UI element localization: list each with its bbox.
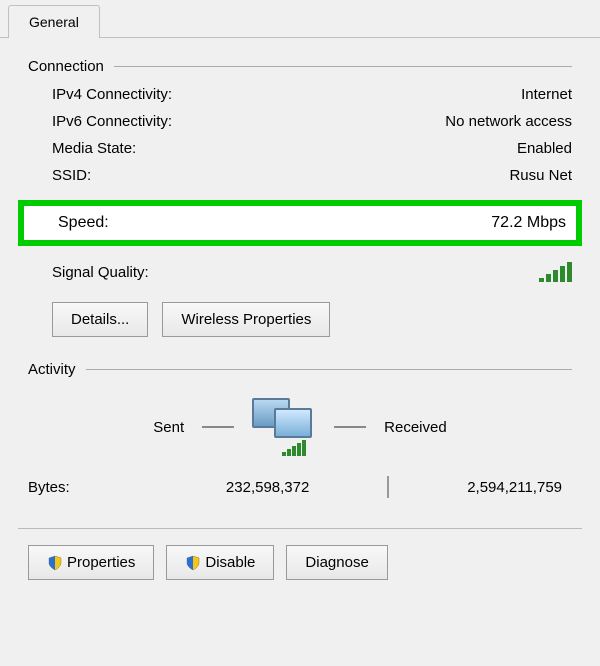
ssid-row: SSID: Rusu Net — [28, 162, 572, 189]
divider-line — [114, 66, 572, 67]
ipv4-row: IPv4 Connectivity: Internet — [28, 81, 572, 108]
divider-line — [86, 369, 572, 370]
speed-highlight: Speed: 72.2 Mbps — [18, 200, 582, 246]
tab-general[interactable]: General — [8, 5, 100, 38]
shield-icon — [47, 555, 63, 571]
sent-label: Sent — [153, 419, 184, 436]
disable-label: Disable — [205, 554, 255, 571]
ssid-value: Rusu Net — [509, 167, 572, 184]
bytes-separator — [387, 476, 389, 498]
dialog-content: Connection IPv4 Connectivity: Internet I… — [0, 38, 600, 600]
disable-button[interactable]: Disable — [166, 545, 274, 580]
ipv6-value: No network access — [445, 113, 572, 130]
connection-status-dialog: General Connection IPv4 Connectivity: In… — [0, 0, 600, 666]
duration-row-partial — [28, 189, 572, 198]
activity-group-label: Activity — [28, 361, 572, 384]
shield-icon — [185, 555, 201, 571]
media-state-value: Enabled — [517, 140, 572, 157]
properties-button[interactable]: Properties — [28, 545, 154, 580]
properties-label: Properties — [67, 554, 135, 571]
signal-quality-row: Signal Quality: — [28, 256, 572, 296]
connection-group-label: Connection — [28, 58, 572, 81]
ipv6-label: IPv6 Connectivity: — [52, 113, 172, 130]
ipv6-row: IPv6 Connectivity: No network access — [28, 108, 572, 135]
wireless-properties-button[interactable]: Wireless Properties — [162, 302, 330, 337]
activity-group-title: Activity — [28, 361, 76, 378]
dash-right — [334, 426, 366, 428]
ipv4-label: IPv4 Connectivity: — [52, 86, 172, 103]
dash-left — [202, 426, 234, 428]
diagnose-button[interactable]: Diagnose — [286, 545, 387, 580]
signal-bars-icon — [539, 262, 572, 282]
ssid-label: SSID: — [52, 167, 91, 184]
bytes-received-value: 2,594,211,759 — [467, 479, 562, 496]
signal-quality-label: Signal Quality: — [52, 264, 149, 281]
media-state-label: Media State: — [52, 140, 136, 157]
connection-buttons: Details... Wireless Properties — [28, 296, 572, 361]
bytes-sent-value: 232,598,372 — [226, 479, 309, 496]
connection-group-title: Connection — [28, 58, 104, 75]
speed-label: Speed: — [58, 214, 109, 232]
received-label: Received — [384, 419, 447, 436]
network-computers-icon — [252, 398, 316, 456]
activity-graphic: Sent Received — [28, 384, 572, 466]
details-button[interactable]: Details... — [52, 302, 148, 337]
bytes-row: Bytes: 232,598,372 2,594,211,759 — [28, 466, 572, 528]
ipv4-value: Internet — [521, 86, 572, 103]
speed-value: 72.2 Mbps — [491, 214, 566, 232]
media-state-row: Media State: Enabled — [28, 135, 572, 162]
tab-bar: General — [0, 0, 600, 38]
horizontal-divider — [18, 528, 582, 529]
bytes-label: Bytes: — [28, 479, 148, 496]
bottom-buttons: Properties Disable Diagnose — [28, 545, 572, 580]
